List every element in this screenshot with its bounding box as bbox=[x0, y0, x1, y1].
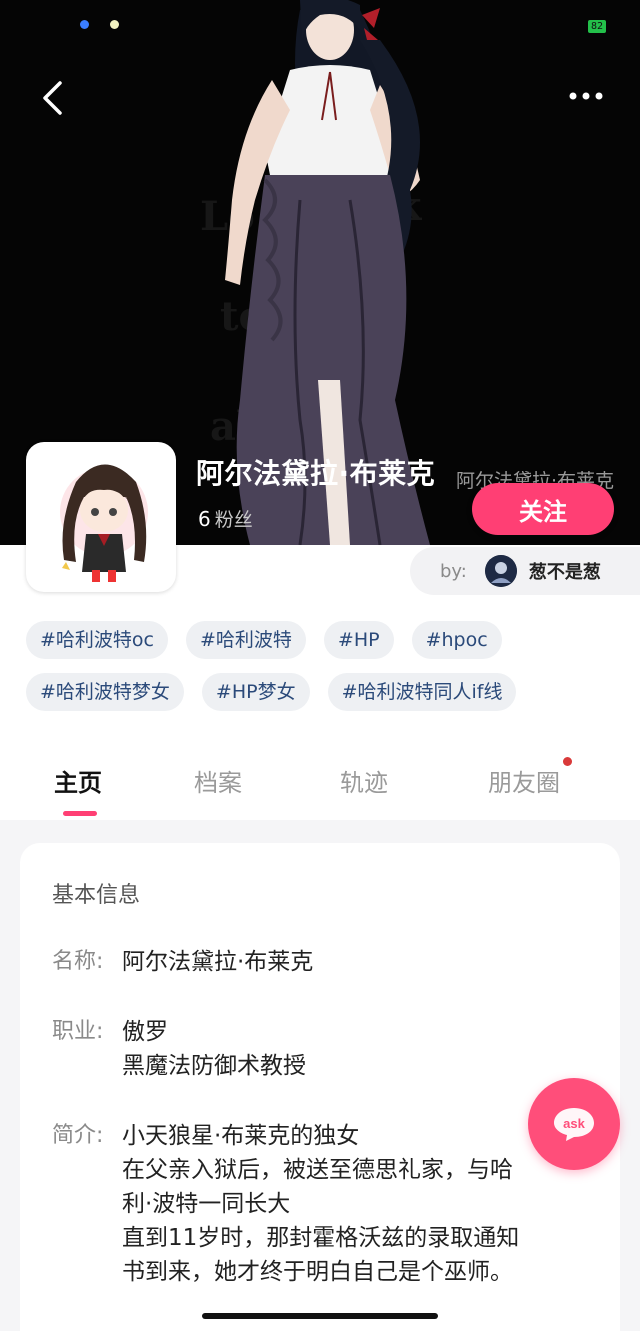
info-label: 名称: bbox=[52, 949, 104, 974]
tab-moments[interactable]: 朋友圈 bbox=[488, 763, 560, 798]
character-name: 阿尔法黛拉·布莱克 bbox=[196, 457, 436, 490]
chevron-left-icon bbox=[43, 81, 62, 115]
fans-number: 6 bbox=[198, 507, 211, 531]
section-title: 基本信息 bbox=[52, 883, 141, 908]
svg-text:ask: ask bbox=[563, 1116, 585, 1131]
by-label: by: bbox=[440, 560, 467, 582]
tag-item[interactable]: #哈利波特oc bbox=[26, 621, 168, 659]
info-row-job: 职业: 傲罗 黑魔法防御术教授 bbox=[52, 1015, 588, 1083]
back-button[interactable] bbox=[32, 78, 72, 118]
ask-bubble-icon: ask bbox=[554, 1108, 594, 1141]
ask-button[interactable]: ask bbox=[528, 1078, 620, 1170]
tag-item[interactable]: #哈利波特梦女 bbox=[26, 673, 184, 711]
character-profile-page: LoLek toL alL bbox=[0, 0, 640, 1331]
author-avatar-image bbox=[484, 555, 517, 587]
author-name: 葱不是葱 bbox=[528, 562, 601, 583]
more-options-button[interactable] bbox=[564, 80, 608, 112]
status-icon bbox=[80, 20, 89, 29]
info-value: 阿尔法黛拉·布莱克 bbox=[122, 949, 314, 975]
battery-indicator: 82 bbox=[587, 20, 606, 33]
character-avatar[interactable] bbox=[26, 442, 176, 592]
chibi-avatar-image bbox=[60, 464, 148, 582]
tag-row: #哈利波特oc #哈利波特 #HP #hpoc bbox=[26, 621, 626, 659]
tag-item[interactable]: #HP梦女 bbox=[201, 673, 310, 711]
info-value: 在父亲入狱后，被送至德思礼家，与哈 利·波特一同长大 bbox=[122, 1157, 513, 1217]
home-indicator bbox=[202, 1313, 438, 1319]
info-label: 简介: bbox=[52, 1123, 104, 1148]
status-bar: 82 bbox=[0, 14, 640, 38]
tag-item[interactable]: #HP bbox=[323, 621, 394, 659]
status-icon bbox=[110, 20, 119, 29]
info-value: 黑魔法防御术教授 bbox=[122, 1053, 306, 1079]
info-value: 小天狼星·布莱克的独女 bbox=[122, 1123, 360, 1149]
tag-item[interactable]: #哈利波特 bbox=[186, 621, 306, 659]
active-tab-indicator bbox=[63, 811, 97, 816]
tab-timeline[interactable]: 轨迹 bbox=[340, 763, 388, 798]
info-label: 职业: bbox=[52, 1019, 104, 1044]
tab-home[interactable]: 主页 bbox=[54, 763, 102, 798]
tag-list: #哈利波特oc #哈利波特 #HP #hpoc #哈利波特梦女 #HP梦女 #哈… bbox=[26, 621, 626, 725]
tag-item[interactable]: #哈利波特同人if线 bbox=[327, 673, 517, 711]
more-dots-icon bbox=[569, 92, 603, 100]
info-row-name: 名称: 阿尔法黛拉·布莱克 bbox=[52, 945, 588, 979]
basic-info-card: 基本信息 名称: 阿尔法黛拉·布莱克 职业: 傲罗 黑魔法防御术教授 简介: 小… bbox=[20, 843, 620, 1331]
notification-dot bbox=[563, 757, 572, 766]
tag-item[interactable]: #hpoc bbox=[411, 621, 502, 659]
tab-profile-archive[interactable]: 档案 bbox=[194, 763, 242, 798]
fans-count[interactable]: 6 粉丝 bbox=[198, 505, 253, 532]
tag-row: #哈利波特梦女 #HP梦女 #哈利波特同人if线 bbox=[26, 673, 626, 711]
follow-button[interactable]: 关注 bbox=[472, 483, 614, 535]
fans-label: 粉丝 bbox=[214, 509, 253, 531]
info-row-intro: 简介: 小天狼星·布莱克的独女 在父亲入狱后，被送至德思礼家，与哈 利·波特一同… bbox=[52, 1119, 588, 1289]
author-avatar bbox=[484, 555, 517, 587]
tab-bar: 主页 档案 轨迹 朋友圈 bbox=[0, 757, 640, 817]
author-badge[interactable]: by: 葱不是葱 bbox=[410, 547, 640, 595]
info-value: 直到11岁时，那封霍格沃兹的录取通知 书到来，她才终于明白自己是个巫师。 bbox=[122, 1225, 520, 1285]
info-value: 傲罗 bbox=[122, 1019, 168, 1045]
